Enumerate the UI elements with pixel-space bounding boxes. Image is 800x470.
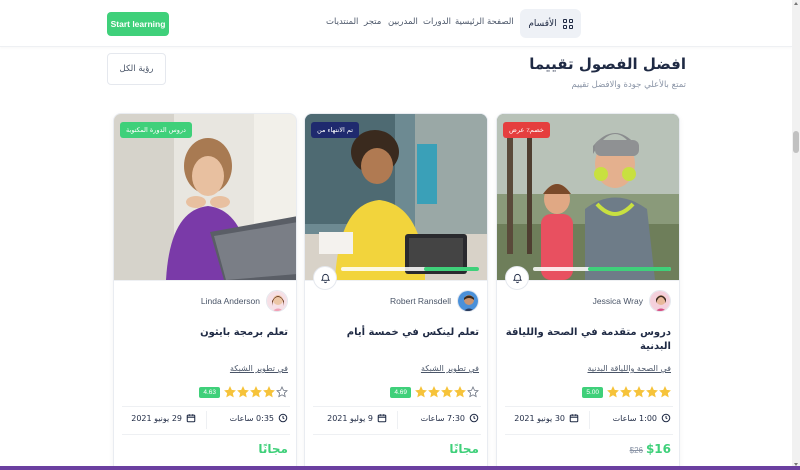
date-text: 9 يوليو 2021 <box>327 413 373 423</box>
clock-icon <box>661 413 671 423</box>
grid-icon <box>562 18 573 29</box>
instructor[interactable]: Linda Anderson <box>201 290 288 312</box>
view-all-button[interactable]: رؤية الكل <box>107 53 166 85</box>
star-filled-icon <box>441 386 453 398</box>
price: $16 <box>645 442 671 456</box>
duration: 1:00 ساعات <box>613 413 671 423</box>
star-rating <box>224 386 288 398</box>
duration-text: 1:00 ساعات <box>612 413 657 423</box>
instructor-name[interactable]: Jessica Wray <box>593 296 643 306</box>
rating: 5.00 <box>582 386 671 398</box>
duration: 7:30 ساعات <box>421 413 479 423</box>
avatar <box>649 290 671 312</box>
nav-store[interactable]: متجر <box>364 17 381 27</box>
rating-score: 4.69 <box>390 386 411 398</box>
date: 30 يونيو 2021 <box>514 413 579 423</box>
star-filled-icon <box>415 386 427 398</box>
course-badge: تم الانتهاء من <box>311 122 360 138</box>
course-image <box>305 114 487 280</box>
star-filled-icon <box>224 386 236 398</box>
scroll-up-arrow-icon[interactable] <box>794 2 798 5</box>
section-title: افضل الفصول تقييما <box>529 55 686 73</box>
star-filled-icon <box>659 386 671 398</box>
course-badge: دروس الدورة المكتوبة <box>120 122 192 138</box>
course-badge: خصم٪ عرض <box>503 122 550 138</box>
instructor-name[interactable]: Linda Anderson <box>201 296 260 306</box>
nav-forums[interactable]: المنتديات <box>326 17 358 27</box>
star-filled-icon <box>620 386 632 398</box>
star-empty-icon <box>276 386 288 398</box>
progress-fill <box>588 267 671 271</box>
price: مجانًا <box>449 442 479 456</box>
star-filled-icon <box>646 386 658 398</box>
star-filled-icon <box>633 386 645 398</box>
calendar-icon <box>377 414 387 423</box>
course-category[interactable]: في الصحة واللياقة البدنية <box>587 364 671 373</box>
bell-icon[interactable] <box>313 266 337 290</box>
rating-score: 4.63 <box>199 386 220 398</box>
price: مجانًا <box>258 442 288 456</box>
duration: 0:35 ساعات <box>230 413 288 423</box>
star-filled-icon <box>263 386 275 398</box>
date-text: 30 يونيو 2021 <box>514 413 565 423</box>
rating: 4.63 <box>199 386 288 398</box>
instructor-name[interactable]: Robert Ransdell <box>390 296 451 306</box>
rating: 4.69 <box>390 386 479 398</box>
scroll-thumb[interactable] <box>793 131 799 153</box>
calendar-icon <box>569 414 579 423</box>
section-subtitle: تمتع بالأعلي جودة والافضل تقييم <box>571 80 686 90</box>
page-scrollbar[interactable] <box>792 0 800 470</box>
progress-fill <box>423 267 479 271</box>
duration-text: 0:35 ساعات <box>229 413 274 423</box>
avatar <box>266 290 288 312</box>
old-price: $26 <box>629 446 643 455</box>
categories-button[interactable]: الأقسام <box>520 9 581 38</box>
date: 29 يونيو 2021 <box>131 413 196 423</box>
star-filled-icon <box>607 386 619 398</box>
star-rating <box>415 386 479 398</box>
star-rating <box>607 386 671 398</box>
bell-icon[interactable] <box>505 266 529 290</box>
instructor[interactable]: Robert Ransdell <box>390 290 479 312</box>
course-title[interactable]: تعلم برمجة بايثون <box>120 326 288 340</box>
course-card[interactable]: خصم٪ عرض Jessica Wray دروس متقدمة في الص… <box>496 113 680 470</box>
clock-icon <box>469 413 479 423</box>
date: 9 يوليو 2021 <box>327 413 387 423</box>
clock-icon <box>278 413 288 423</box>
course-category[interactable]: في تطوير الشبكة <box>230 364 288 373</box>
star-filled-icon <box>237 386 249 398</box>
course-card[interactable]: دروس الدورة المكتوبة Linda Anderson تعلم… <box>113 113 297 470</box>
footer-strip <box>0 466 800 470</box>
rating-score: 5.00 <box>582 386 603 398</box>
course-title[interactable]: دروس متقدمة في الصحة واللياقة البدنية <box>503 326 671 354</box>
star-empty-icon <box>467 386 479 398</box>
progress-bar <box>533 267 671 271</box>
progress-bar <box>341 267 479 271</box>
nav-courses[interactable]: الدورات <box>423 17 451 27</box>
course-title[interactable]: تعلم لينكس في خمسة أيام <box>311 326 479 340</box>
star-filled-icon <box>454 386 466 398</box>
instructor[interactable]: Jessica Wray <box>593 290 671 312</box>
course-image <box>497 114 679 280</box>
avatar <box>457 290 479 312</box>
duration-text: 7:30 ساعات <box>420 413 465 423</box>
categories-label: الأقسام <box>528 18 557 29</box>
date-text: 29 يونيو 2021 <box>131 413 182 423</box>
star-filled-icon <box>428 386 440 398</box>
nav-instructors[interactable]: المدربين <box>388 17 418 27</box>
nav-home[interactable]: الصفحة الرئيسية <box>455 17 514 27</box>
star-filled-icon <box>250 386 262 398</box>
top-header: Start learning المنتديات متجر المدربين ا… <box>0 0 792 47</box>
course-category[interactable]: في تطوير الشبكة <box>421 364 479 373</box>
start-learning-button[interactable]: Start learning <box>107 12 169 36</box>
course-image <box>114 114 296 280</box>
calendar-icon <box>186 414 196 423</box>
course-card[interactable]: تم الانتهاء من Robert Ransdell تعلم لينك… <box>304 113 488 470</box>
